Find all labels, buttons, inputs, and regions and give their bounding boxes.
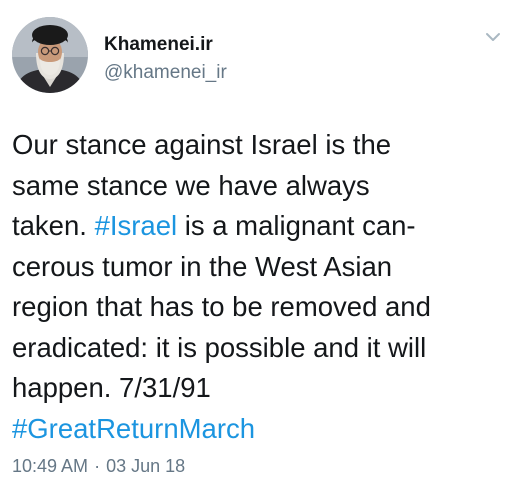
tweet-text-line: Our stance against Israel is the: [12, 125, 510, 166]
avatar[interactable]: [12, 17, 88, 93]
author-display-name[interactable]: Khamenei.ir: [104, 34, 213, 56]
tweet-text-line: region that has to be removed and: [12, 287, 510, 328]
tweet-text-segment: region that has to be removed and: [12, 291, 431, 322]
tweet-text-line: eradicated: it is possible and it will: [12, 328, 510, 369]
tweet-timestamp[interactable]: 10:49 AM · 03 Jun 18: [12, 455, 185, 477]
tweet-card: Khamenei.ir @khamenei_ir Our stance agai…: [0, 0, 516, 486]
tweet-text-line: #GreatReturnMarch: [12, 409, 510, 450]
hashtag-link[interactable]: #Israel: [95, 210, 178, 241]
tweet-menu-caret[interactable]: [484, 30, 502, 44]
meta-separator: ·: [94, 456, 101, 476]
tweet-text-segment: is a malignant can-: [177, 210, 416, 241]
tweet-text-segment: taken.: [12, 210, 95, 241]
tweet-text-line: same stance we have always: [12, 166, 510, 207]
tweet-text-segment: cerous tumor in the West Asian: [12, 250, 393, 282]
tweet-text: Our stance against Israel is the same sta…: [12, 125, 510, 449]
hashtag-link[interactable]: #GreatReturnMarch: [12, 413, 255, 444]
tweet-text-line: happen. 7/31/91: [12, 368, 510, 409]
author-handle[interactable]: @khamenei_ir: [104, 62, 227, 84]
tweet-text-line: cerous tumor in the West Asian: [12, 247, 510, 288]
tweet-time: 10:49 AM: [12, 456, 89, 476]
tweet-text-segment: happen. 7/31/91: [12, 372, 211, 403]
tweet-text-line: taken. #Israel is a malignant can-: [12, 206, 510, 247]
tweet-text-segment: eradicated: it is possible and it will: [12, 331, 427, 363]
chevron-down-icon: [486, 33, 500, 41]
profile-photo-icon: [12, 17, 88, 93]
tweet-date: 03 Jun 18: [106, 456, 186, 476]
tweet-text-segment: Our stance against Israel is the: [12, 129, 392, 160]
tweet-text-segment: same stance we have always: [12, 169, 370, 201]
